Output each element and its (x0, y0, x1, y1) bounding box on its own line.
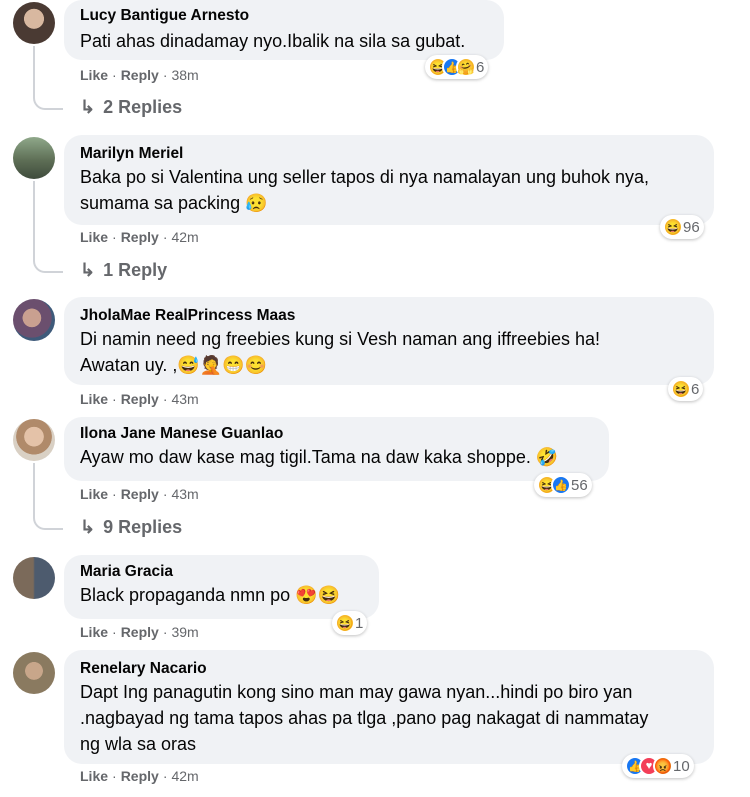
reaction-summary[interactable]: 👍 ♥ 😡 10 (622, 754, 694, 778)
reply-link[interactable]: Reply (121, 67, 159, 83)
comment-text: Di namin need ng freebies kung si Vesh n… (80, 329, 601, 349)
like-link[interactable]: Like (80, 486, 108, 502)
comment-bubble: Marilyn Meriel Baka po si Valentina ung … (64, 135, 714, 225)
replies-label: 2 Replies (103, 97, 183, 117)
comment-bubble: Maria Gracia Black propaganda nmn po 😍😆 (64, 555, 379, 619)
comment-author[interactable]: JholaMae RealPrincess Maas (80, 306, 698, 326)
reaction-count: 56 (571, 476, 588, 494)
care-icon: 🤗 (456, 57, 476, 77)
comment-author[interactable]: Lucy Bantigue Arnesto (80, 6, 488, 26)
avatar[interactable] (13, 557, 55, 599)
reply-link[interactable]: Reply (121, 624, 159, 640)
comment-author[interactable]: Renelary Nacario (80, 659, 698, 679)
like-link[interactable]: Like (80, 624, 108, 640)
reply-arrow-icon: ↳ (80, 97, 96, 117)
avatar[interactable] (13, 299, 55, 341)
comment-time[interactable]: 42m (171, 229, 198, 245)
like-link[interactable]: Like (80, 229, 108, 245)
reply-link[interactable]: Reply (121, 768, 159, 784)
angry-icon: 😡 (653, 756, 673, 776)
comment-author[interactable]: Ilona Jane Manese Guanlao (80, 424, 593, 444)
comment-bubble: Ilona Jane Manese Guanlao Ayaw mo daw ka… (64, 417, 609, 481)
reaction-summary[interactable]: 😆 1 (332, 611, 368, 635)
reaction-summary[interactable]: 😆 👍 🤗 6 (425, 55, 489, 79)
comment-author[interactable]: Maria Gracia (80, 562, 363, 582)
comment-time[interactable]: 42m (171, 768, 198, 784)
comment-actions: Like · Reply · 43m (80, 486, 199, 502)
reaction-summary[interactable]: 😆 96 (660, 215, 704, 239)
reply-arrow-icon: ↳ (80, 260, 96, 280)
comment-time[interactable]: 43m (171, 486, 198, 502)
comment-time[interactable]: 38m (171, 67, 198, 83)
comment-actions: Like · Reply · 39m (80, 624, 199, 640)
like-icon: 👍 (551, 475, 571, 495)
comment-time[interactable]: 43m (171, 391, 198, 407)
reaction-count: 10 (673, 757, 690, 775)
comment-bubble: Renelary Nacario Dapt Ing panagutin kong… (64, 650, 714, 764)
view-replies-button[interactable]: ↳ 1 Reply (80, 260, 167, 281)
comment-text: Baka po si Valentina ung seller tapos di… (80, 167, 650, 187)
replies-label: 1 Reply (103, 260, 168, 280)
avatar[interactable] (13, 652, 55, 694)
haha-icon: 😆 (663, 217, 683, 237)
comment-text: Pati ahas dinadamay nyo.Ibalik na sila s… (80, 31, 466, 51)
view-replies-button[interactable]: ↳ 9 Replies (80, 517, 182, 538)
comment-time[interactable]: 39m (171, 624, 198, 640)
reply-arrow-icon: ↳ (80, 517, 96, 537)
like-link[interactable]: Like (80, 768, 108, 784)
thread-line (33, 46, 63, 110)
comment-bubble: JholaMae RealPrincess Maas Di namin need… (64, 297, 714, 385)
comment-bubble: Lucy Bantigue Arnesto Pati ahas dinadama… (64, 0, 504, 60)
comment-text: Dapt Ing panagutin kong sino man may gaw… (80, 682, 633, 702)
thread-line (33, 181, 63, 273)
like-link[interactable]: Like (80, 67, 108, 83)
comment-text: Awatan uy. ,😅🤦😁😊 (80, 355, 268, 375)
comment-text: Ayaw mo daw kase mag tigil.Tama na daw k… (80, 447, 559, 467)
comment-text: ng wla sa oras (80, 734, 197, 754)
reaction-summary[interactable]: 😆 👍 56 (534, 473, 592, 497)
like-link[interactable]: Like (80, 391, 108, 407)
reply-link[interactable]: Reply (121, 391, 159, 407)
reaction-count: 96 (683, 218, 700, 236)
reply-link[interactable]: Reply (121, 486, 159, 502)
thread-line (33, 463, 63, 530)
comment-text: sumama sa packing 😥 (80, 193, 268, 213)
comment-author[interactable]: Marilyn Meriel (80, 144, 698, 164)
avatar[interactable] (13, 137, 55, 179)
reaction-summary[interactable]: 😆 6 (668, 377, 704, 401)
replies-label: 9 Replies (103, 517, 183, 537)
comment-text: .nagbayad ng tama tapos ahas pa tlga ,pa… (80, 708, 649, 728)
view-replies-button[interactable]: ↳ 2 Replies (80, 97, 182, 118)
comment-actions: Like · Reply · 38m (80, 67, 199, 83)
comment-actions: Like · Reply · 42m (80, 768, 199, 784)
haha-icon: 😆 (335, 613, 355, 633)
haha-icon: 😆 (671, 379, 691, 399)
comment-text: Black propaganda nmn po 😍😆 (80, 585, 340, 605)
comment-actions: Like · Reply · 43m (80, 391, 199, 407)
reply-link[interactable]: Reply (121, 229, 159, 245)
reaction-count: 6 (476, 58, 485, 76)
comment-actions: Like · Reply · 42m (80, 229, 199, 245)
avatar[interactable] (13, 419, 55, 461)
reaction-count: 6 (691, 380, 700, 398)
reaction-count: 1 (355, 614, 364, 632)
avatar[interactable] (13, 2, 55, 44)
